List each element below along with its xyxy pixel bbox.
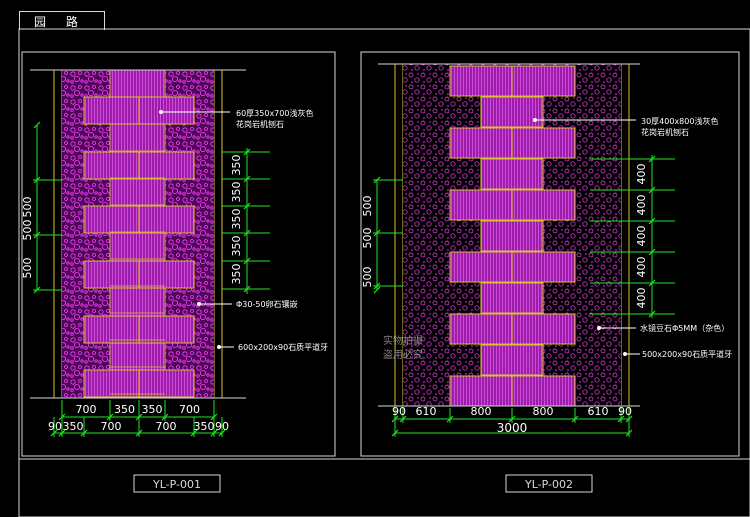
right-hdim1-4: 610 (588, 405, 609, 418)
right-paver-narrow (480, 220, 544, 252)
left-rvdim-3: 350 (230, 236, 243, 257)
left-rvdim-4: 350 (230, 264, 243, 285)
left-hdim2-2: 700 (101, 420, 122, 433)
right-note-1b: 花岗岩机刨石 (641, 127, 689, 137)
left-hdim1-3: 700 (179, 403, 200, 416)
left-hdim2-0: 90 (48, 420, 62, 433)
right-rvdim-1: 400 (635, 195, 648, 216)
right-plan: 500 500 500 400 400 400 400 400 30厚400x800浅灰色花岗岩… (361, 63, 732, 437)
right-hdim2-0: 3000 (497, 421, 528, 435)
watermark-line-1: 实物拍摄 (383, 334, 423, 347)
right-note-3: 500x200x90石质平道牙 (642, 349, 732, 359)
left-rvdim-2: 350 (230, 209, 243, 230)
right-vdim-1: 500 (361, 196, 374, 217)
left-hdim2-3: 700 (156, 420, 177, 433)
right-rvdim-4: 400 (635, 288, 648, 309)
right-paver-narrow (480, 344, 544, 376)
left-hdim1-1: 350 (114, 403, 135, 416)
left-note-3: 600x200x90石质平道牙 (238, 342, 328, 352)
left-plan: 500 500 500 350 350 350 350 350 60厚350x700浅灰色花岗岩… (21, 69, 328, 437)
left-rvdim-1: 350 (230, 182, 243, 203)
left-curb-right (213, 69, 223, 399)
left-caption: YL-P-001 (152, 478, 201, 491)
left-note-1a: 60厚350x700浅灰色 (236, 108, 313, 118)
cad-canvas: 50050050035035035035035060厚350x700浅灰色花岗岩… (18, 28, 750, 517)
left-hdim2-1: 350 (63, 420, 84, 433)
right-rvdim-3: 400 (635, 257, 648, 278)
left-vdim-2: 500 (21, 220, 34, 241)
right-note-1a: 30厚400x800浅灰色 (641, 116, 718, 126)
right-hdim1-1: 610 (416, 405, 437, 418)
left-hdim1-0: 700 (76, 403, 97, 416)
right-hdim1-3: 800 (533, 405, 554, 418)
left-vdim-3: 500 (21, 258, 34, 279)
right-rvdim-2: 400 (635, 226, 648, 247)
right-hdim1-5: 90 (618, 405, 632, 418)
right-note-2: 水镜豆石Φ5MM（杂色） (640, 323, 729, 333)
left-hdim2-4: 350 (194, 420, 215, 433)
left-hdim1-2: 350 (142, 403, 163, 416)
right-hdim1-2: 800 (471, 405, 492, 418)
right-vdim-2: 500 (361, 228, 374, 249)
right-vdim-3: 500 (361, 267, 374, 288)
left-rvdim-0: 350 (230, 155, 243, 176)
left-note-1b: 花岗岩机刨石 (236, 119, 284, 129)
watermark-line-2: 盗用必究 (383, 348, 423, 361)
right-rvdim-0: 400 (635, 164, 648, 185)
left-note-2: Φ30-50卵石镶嵌 (236, 299, 298, 309)
right-hdim1-0: 90 (392, 405, 406, 418)
left-curb-left (53, 69, 63, 399)
right-caption: YL-P-002 (524, 478, 573, 491)
left-hdim2-5: 90 (215, 420, 229, 433)
right-paver-narrow (480, 158, 544, 190)
right-paver-narrow (480, 282, 544, 314)
right-paver-narrow (480, 96, 544, 128)
left-vdim-1: 500 (21, 197, 34, 218)
